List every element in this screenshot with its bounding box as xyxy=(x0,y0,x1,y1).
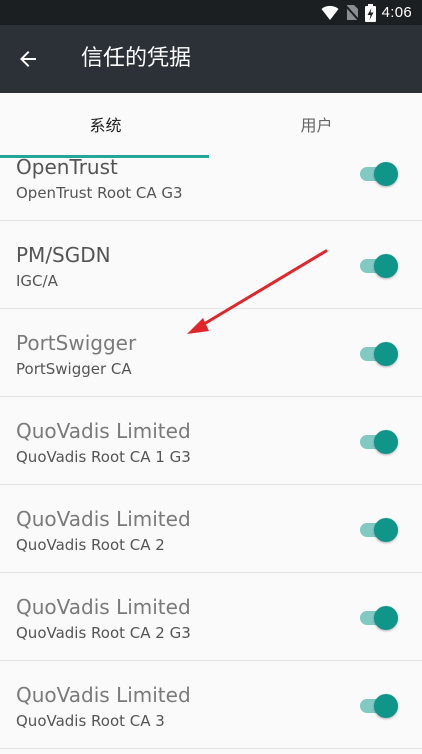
credential-row[interactable]: QuoVadis Limited QuoVadis Root CA 3 xyxy=(0,661,422,749)
credential-row[interactable]: QuoVadis Limited QuoVadis Root CA 2 xyxy=(0,485,422,573)
credential-issuer: QuoVadis Root CA 1 G3 xyxy=(16,448,191,466)
wifi-icon xyxy=(321,5,339,20)
no-sim-icon xyxy=(344,4,359,21)
credential-name: PortSwigger xyxy=(16,331,137,355)
credential-name: QuoVadis Limited xyxy=(16,683,191,707)
back-button[interactable] xyxy=(14,45,42,73)
credential-row[interactable]: PortSwigger PortSwigger CA xyxy=(0,309,422,397)
arrow-back-icon xyxy=(20,51,36,67)
credential-issuer: QuoVadis Root CA 2 G3 xyxy=(16,624,191,642)
toggle-thumb xyxy=(374,162,398,186)
credential-name: PM/SGDN xyxy=(16,243,111,267)
toggle-thumb xyxy=(374,518,398,542)
credential-toggle[interactable] xyxy=(356,340,400,368)
credential-issuer: PortSwigger CA xyxy=(16,360,132,378)
credential-name: QuoVadis Limited xyxy=(16,507,191,531)
credential-toggle[interactable] xyxy=(356,516,400,544)
credential-row[interactable]: QuoVadis Limited QuoVadis Root CA 1 G3 xyxy=(0,397,422,485)
toggle-thumb xyxy=(374,430,398,454)
credential-issuer: IGC/A xyxy=(16,272,58,290)
credential-issuer: OpenTrust Root CA G3 xyxy=(16,184,183,202)
credential-toggle[interactable] xyxy=(356,604,400,632)
toggle-thumb xyxy=(374,254,398,278)
toggle-thumb xyxy=(374,342,398,366)
battery-charging-icon xyxy=(364,3,376,22)
credential-toggle[interactable] xyxy=(356,160,400,188)
credential-toggle[interactable] xyxy=(356,252,400,280)
toggle-thumb xyxy=(374,606,398,630)
app-bar: 信任的凭据 xyxy=(0,25,422,93)
credential-row[interactable]: OpenTrust OpenTrust Root CA G3 xyxy=(0,150,422,221)
credential-list[interactable]: OpenTrust OpenTrust Root CA G3 PM/SGDN I… xyxy=(0,150,422,754)
credential-name: OpenTrust xyxy=(16,155,118,179)
toggle-thumb xyxy=(374,694,398,718)
credential-issuer: QuoVadis Root CA 2 xyxy=(16,536,165,554)
credential-row[interactable]: PM/SGDN IGC/A xyxy=(0,221,422,309)
credential-name: QuoVadis Limited xyxy=(16,595,191,619)
status-bar: 4:06 xyxy=(0,0,422,25)
status-icons: 4:06 xyxy=(321,0,412,25)
credential-toggle[interactable] xyxy=(356,428,400,456)
credential-issuer: QuoVadis Root CA 3 xyxy=(16,712,165,730)
credential-row[interactable]: QuoVadis Limited QuoVadis Root CA 2 G3 xyxy=(0,573,422,661)
page-title: 信任的凭据 xyxy=(81,46,192,71)
credential-toggle[interactable] xyxy=(356,692,400,720)
credential-name: QuoVadis Limited xyxy=(16,419,191,443)
clock: 4:06 xyxy=(381,4,412,21)
